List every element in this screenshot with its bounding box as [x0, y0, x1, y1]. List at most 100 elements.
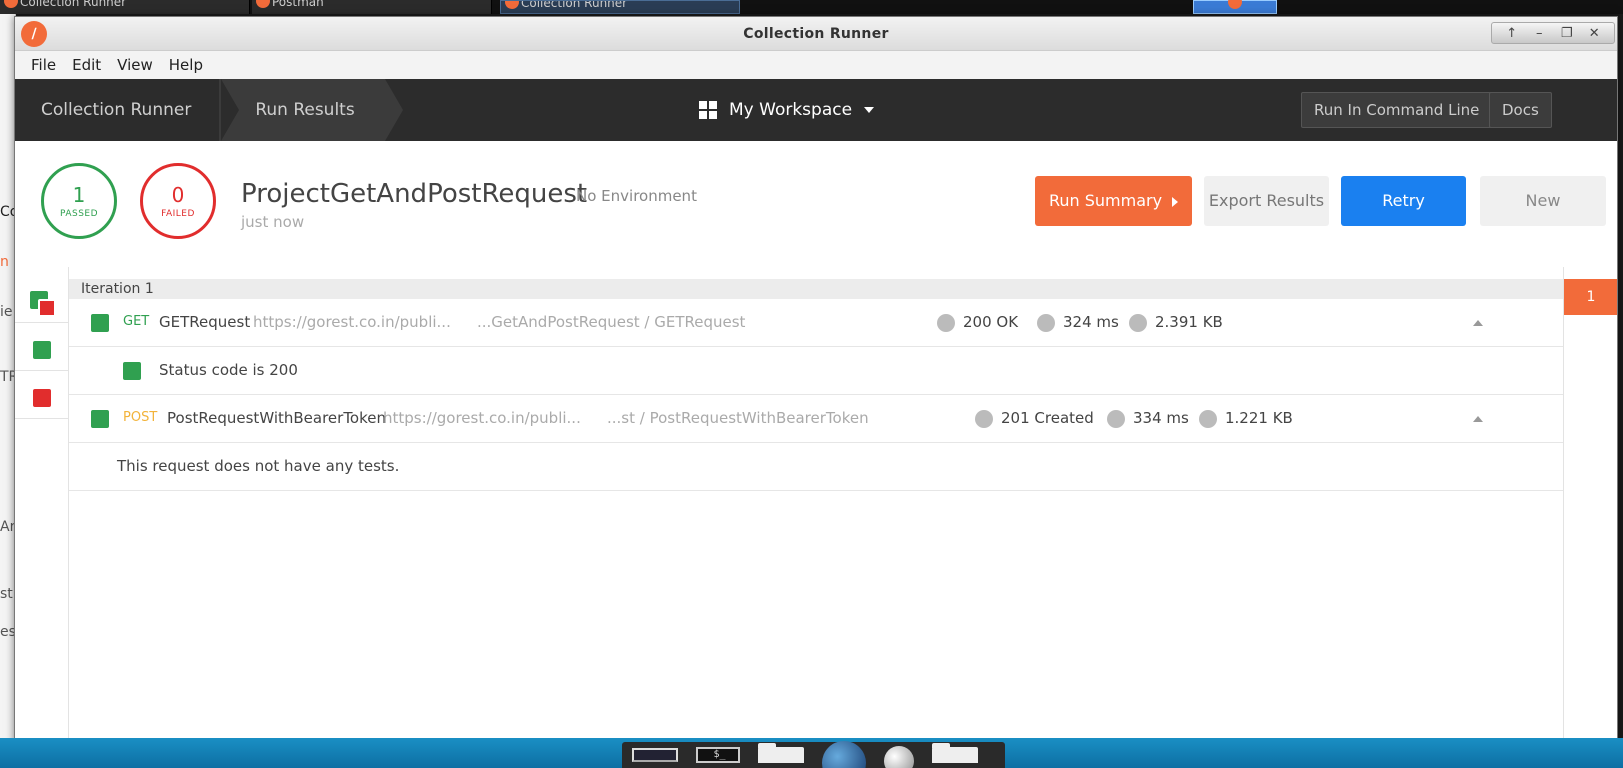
- request-results-list: GET GETRequest https://gorest.co.in/publ…: [69, 299, 1563, 491]
- dock: $_: [622, 741, 1005, 768]
- clock-dot-icon: [1107, 409, 1125, 428]
- response-time: 334 ms: [1107, 409, 1189, 428]
- keep-above-icon[interactable]: ↑: [1503, 26, 1521, 41]
- postman-logo-icon: [505, 1, 519, 9]
- os-task-label: Postman: [272, 0, 324, 9]
- response-size: 2.391 KB: [1129, 313, 1223, 332]
- postman-logo-icon: [1228, 0, 1242, 9]
- request-name: PostRequestWithBearerToken: [167, 409, 386, 427]
- menu-edit[interactable]: Edit: [64, 56, 109, 74]
- bg-text: n: [0, 254, 9, 270]
- os-task-collection-runner-active[interactable]: Collection Runner: [500, 0, 740, 14]
- breadcrumb-label: Collection Runner: [41, 100, 192, 120]
- browser-icon[interactable]: [822, 741, 866, 768]
- response-status: 201 Created: [975, 409, 1094, 428]
- bg-text: st: [0, 586, 13, 602]
- iteration-strip: 1: [1563, 267, 1617, 743]
- postman-logo-icon: [256, 0, 270, 8]
- clock-dot-icon: [1037, 313, 1055, 332]
- menu-help[interactable]: Help: [161, 56, 211, 74]
- failed-label: FAILED: [161, 208, 195, 219]
- passed-counter: 1 PASSED: [41, 163, 117, 239]
- pass-filter-icon[interactable]: [33, 341, 51, 359]
- pass-status-icon: [91, 314, 109, 332]
- os-task-postman[interactable]: Postman: [252, 0, 492, 14]
- app-icon[interactable]: [884, 746, 914, 768]
- iteration-badge[interactable]: 1: [1564, 279, 1617, 315]
- run-summary-button[interactable]: Run Summary: [1035, 176, 1192, 226]
- response-size-text: 2.391 KB: [1155, 313, 1223, 331]
- response-size-text: 1.221 KB: [1225, 409, 1293, 427]
- os-taskbar: Collection Runner Postman Collection Run…: [0, 0, 1623, 14]
- chevron-up-icon[interactable]: [1473, 320, 1483, 326]
- response-size: 1.221 KB: [1199, 409, 1293, 428]
- menu-file[interactable]: File: [23, 56, 64, 74]
- strip-divider: [15, 418, 69, 419]
- results-status-strip: [15, 267, 69, 743]
- title-bar[interactable]: ∕ Collection Runner ↑ – ❐ ✕: [15, 17, 1617, 51]
- iteration-header: Iteration 1: [69, 279, 1563, 299]
- os-workspace-switcher[interactable]: [1193, 0, 1277, 14]
- os-task-collection-runner[interactable]: Collection Runner: [0, 0, 250, 14]
- os-task-label: Collection Runner: [20, 0, 127, 9]
- request-row-post[interactable]: POST PostRequestWithBearerToken https://…: [69, 395, 1563, 443]
- passed-label: PASSED: [59, 208, 99, 219]
- export-results-button[interactable]: Export Results: [1204, 176, 1329, 226]
- runner-navbar: Collection Runner Run Results My Workspa…: [15, 79, 1617, 141]
- run-timestamp: just now: [241, 213, 305, 231]
- retry-button[interactable]: Retry: [1341, 176, 1466, 226]
- maximize-icon[interactable]: ❐: [1558, 26, 1576, 41]
- passed-count: 1: [72, 182, 86, 207]
- chevron-up-icon[interactable]: [1473, 416, 1483, 422]
- terminal-icon[interactable]: $_: [696, 747, 740, 763]
- pass-status-icon: [91, 410, 109, 428]
- new-button[interactable]: New: [1480, 176, 1606, 226]
- minimize-icon[interactable]: –: [1530, 26, 1548, 41]
- fail-filter-icon[interactable]: [33, 389, 51, 407]
- run-results-body: Iteration 1 GET GETRequest https://gores…: [15, 267, 1617, 743]
- menu-bar: File Edit View Help: [15, 51, 1617, 79]
- strip-divider: [15, 370, 69, 371]
- request-method: GET: [123, 314, 150, 329]
- breadcrumb-collection-runner[interactable]: Collection Runner: [15, 79, 240, 141]
- docs-button[interactable]: Docs: [1489, 92, 1552, 128]
- response-status-text: 201 Created: [1001, 409, 1094, 427]
- caret-down-icon: [864, 107, 875, 113]
- run-summary-label: Run Summary: [1048, 191, 1163, 210]
- collection-name: ProjectGetAndPostRequest: [241, 179, 588, 209]
- run-summary-header: 1 PASSED 0 FAILED ProjectGetAndPostReque…: [15, 141, 1617, 266]
- request-url: https://gorest.co.in/publi...: [383, 409, 581, 427]
- request-path: ...GetAndPostRequest / GETRequest: [477, 313, 746, 331]
- breadcrumb-separator: [384, 79, 403, 141]
- failed-count: 0: [171, 182, 185, 207]
- request-name: GETRequest: [159, 313, 251, 331]
- test-name: Status code is 200: [159, 361, 298, 379]
- breadcrumb-separator: [221, 79, 240, 141]
- workspace-switcher[interactable]: My Workspace: [699, 79, 875, 141]
- status-dot-icon: [937, 313, 955, 332]
- status-dot-icon: [975, 409, 993, 428]
- response-time-text: 324 ms: [1063, 313, 1119, 331]
- window-controls: ↑ – ❐ ✕: [1491, 22, 1615, 44]
- postman-logo-icon: [4, 0, 18, 8]
- no-tests-row: This request does not have any tests.: [69, 443, 1563, 491]
- response-status: 200 OK: [937, 313, 1018, 332]
- request-path: ...st / PostRequestWithBearerToken: [607, 409, 869, 427]
- menu-view[interactable]: View: [109, 56, 161, 74]
- caret-right-icon: [1172, 196, 1179, 207]
- folder-icon[interactable]: [758, 743, 804, 763]
- response-time: 324 ms: [1037, 313, 1119, 332]
- close-icon[interactable]: ✕: [1585, 26, 1603, 41]
- screen-icon[interactable]: [632, 748, 678, 762]
- collection-runner-window: ∕ Collection Runner ↑ – ❐ ✕ File Edit Vi…: [14, 16, 1618, 744]
- breadcrumb-run-results[interactable]: Run Results: [219, 79, 403, 141]
- breadcrumb-label: Run Results: [255, 100, 355, 120]
- mixed-status-icon[interactable]: [38, 299, 56, 317]
- run-in-command-line-button[interactable]: Run In Command Line: [1301, 92, 1493, 128]
- workspace-label: My Workspace: [729, 100, 853, 120]
- grid-icon: [699, 101, 717, 119]
- response-status-text: 200 OK: [963, 313, 1019, 331]
- size-dot-icon: [1129, 313, 1147, 332]
- folder-icon[interactable]: [932, 743, 978, 763]
- request-row-get[interactable]: GET GETRequest https://gorest.co.in/publ…: [69, 299, 1563, 347]
